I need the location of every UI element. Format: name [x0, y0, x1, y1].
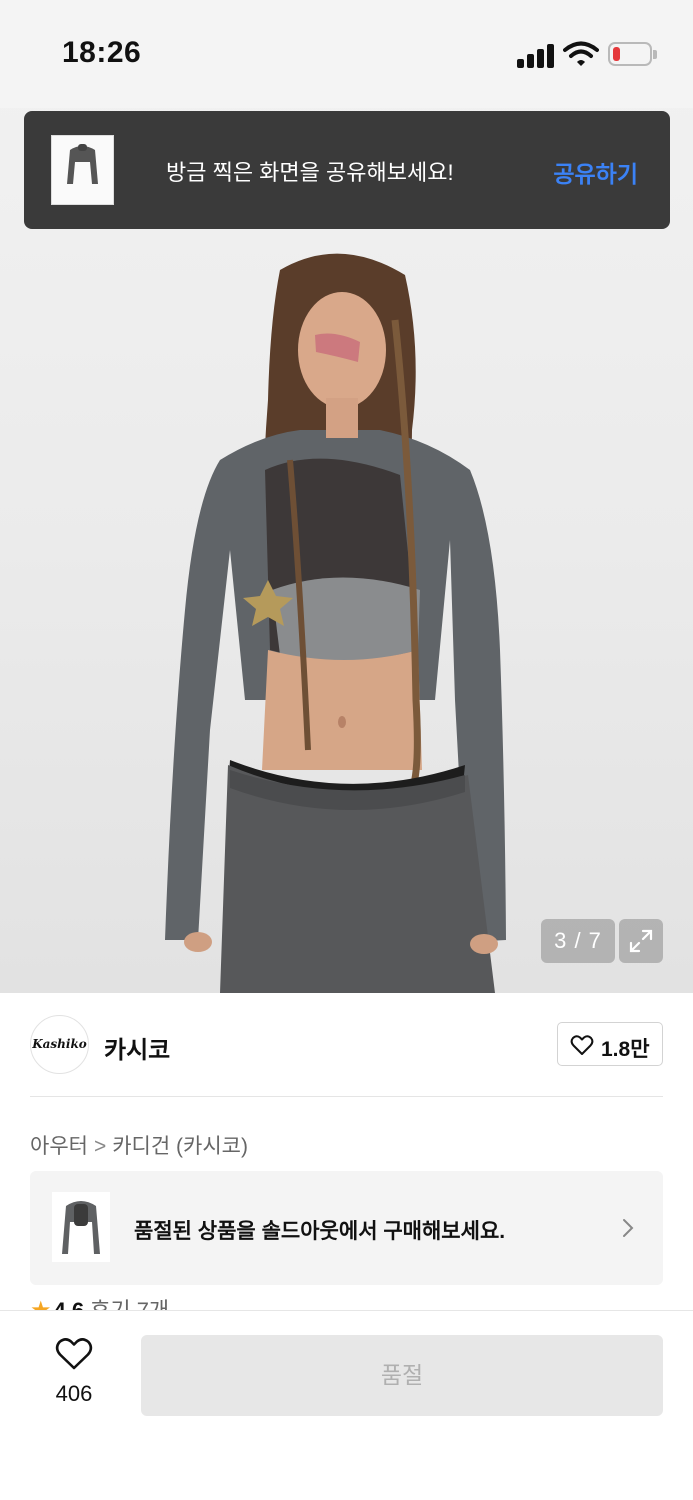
brand-like-button[interactable]: 1.8만	[557, 1022, 663, 1066]
share-toast-message: 방금 찍은 화면을 공유해보세요!	[166, 160, 454, 185]
breadcrumb-separator: >	[93, 1135, 107, 1158]
status-time: 18:26	[62, 36, 142, 69]
status-bar: 18:26	[0, 0, 693, 108]
brand-logo[interactable]: Kashiko	[30, 1015, 89, 1074]
breadcrumb-subcategory[interactable]: 카디건 (카시코)	[112, 1135, 248, 1158]
heart-outline-icon	[570, 1035, 594, 1055]
share-toast: 방금 찍은 화면을 공유해보세요! 공유하기	[24, 111, 670, 229]
breadcrumb-category[interactable]: 아우터	[30, 1135, 88, 1158]
expand-icon[interactable]	[619, 919, 663, 963]
battery-icon	[608, 42, 657, 66]
chevron-right-icon	[623, 1219, 634, 1237]
heart-outline-icon	[55, 1338, 93, 1370]
soldout-product-thumbnail	[52, 1192, 110, 1262]
share-button[interactable]: 공유하기	[553, 155, 638, 189]
rating-row[interactable]: ★4.6 후기 7개	[30, 1293, 330, 1311]
image-counter: 3 / 7	[541, 919, 615, 963]
brand-like-count: 1.8만	[601, 1038, 650, 1061]
divider	[30, 1096, 663, 1097]
purchase-button-soldout[interactable]: 품절	[141, 1335, 663, 1416]
breadcrumb: 아우터 > 카디건 (카시코)	[30, 1130, 248, 1160]
soldout-banner-text: 품절된 상품을 솔드아웃에서 구매해보세요.	[134, 1220, 506, 1243]
brand-name[interactable]: 카시코	[104, 1030, 170, 1065]
brand-row[interactable]: Kashiko 카시코 1.8만	[0, 993, 693, 1097]
bottom-action-bar: 406 품절	[0, 1310, 693, 1500]
product-photo	[165, 253, 506, 993]
cellular-signal-icon	[517, 44, 555, 68]
wifi-icon	[563, 41, 599, 66]
screenshot-thumbnail	[51, 135, 114, 205]
wishlist-button[interactable]: 406	[40, 1337, 108, 1406]
wishlist-count: 406	[55, 1381, 93, 1406]
soldout-banner[interactable]: 품절된 상품을 솔드아웃에서 구매해보세요.	[30, 1171, 663, 1285]
star-icon: ★	[30, 1297, 52, 1311]
